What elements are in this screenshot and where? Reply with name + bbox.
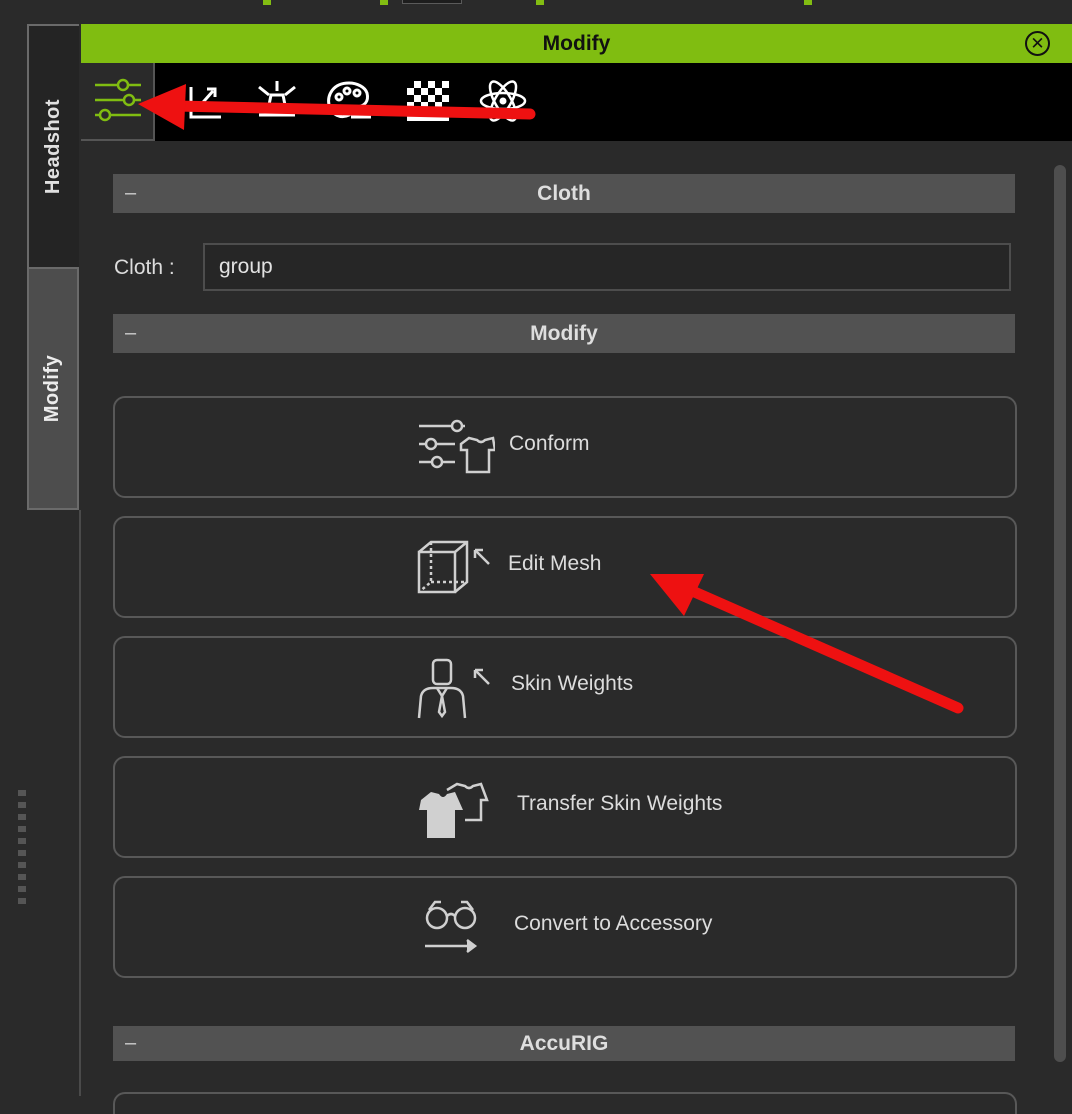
- sliders-icon: [95, 78, 141, 122]
- collapse-icon[interactable]: –: [125, 322, 136, 345]
- tab-headshot-label: Headshot: [42, 98, 65, 195]
- section-modify-header[interactable]: – Modify: [113, 314, 1015, 353]
- resize-grip-handle[interactable]: [18, 790, 26, 905]
- section-cloth-title: Cloth: [537, 181, 591, 205]
- skin-weights-icon: [417, 658, 490, 719]
- atom-physics-icon[interactable]: [475, 77, 531, 125]
- palette-icon[interactable]: [321, 77, 377, 125]
- skin-weights-button[interactable]: Skin Weights: [113, 636, 1017, 738]
- conform-icon: [419, 419, 495, 474]
- transfer-skin-weights-icon: [419, 782, 489, 838]
- skin-weights-label: Skin Weights: [511, 672, 634, 695]
- edit-mesh-icon: [417, 540, 490, 594]
- morph-icon[interactable]: [177, 77, 233, 125]
- cloth-row: Cloth : group: [113, 242, 1015, 294]
- top-marker: [804, 0, 812, 5]
- conform-label: Conform: [509, 432, 590, 455]
- section-modify-title: Modify: [530, 321, 598, 345]
- panel-toolbar: [81, 63, 1072, 141]
- vertical-scrollbar[interactable]: [1054, 165, 1066, 1062]
- cloth-name-field[interactable]: group: [203, 243, 1011, 291]
- edit-mesh-label: Edit Mesh: [508, 552, 602, 575]
- conform-button[interactable]: Conform: [113, 396, 1017, 498]
- convert-to-accessory-button[interactable]: Convert to Accessory: [113, 876, 1017, 978]
- cloth-field-label: Cloth :: [114, 256, 175, 279]
- section-accurig-title: AccuRIG: [519, 1031, 609, 1055]
- section-accurig-header[interactable]: – AccuRIG: [113, 1026, 1015, 1061]
- modify-panel: Modify ✕ – Cloth Cloth: group – Modify …: [81, 24, 1072, 1114]
- collapse-icon[interactable]: –: [125, 182, 136, 205]
- edit-mesh-button[interactable]: Edit Mesh: [113, 516, 1017, 618]
- section-cloth-header[interactable]: – Cloth: [113, 174, 1015, 213]
- close-icon[interactable]: ✕: [1025, 31, 1050, 56]
- panel-title: Modify: [542, 31, 611, 55]
- transfer-skin-weights-button[interactable]: Transfer Skin Weights: [113, 756, 1017, 858]
- top-strip: [0, 0, 1072, 6]
- collapse-icon[interactable]: –: [125, 1032, 136, 1055]
- tab-modify[interactable]: Modify: [27, 267, 79, 510]
- top-tab-stub[interactable]: [402, 0, 462, 4]
- checker-texture-icon[interactable]: [401, 77, 457, 125]
- transform-icon[interactable]: [249, 77, 305, 125]
- tool-sliders-button[interactable]: [81, 63, 155, 141]
- transfer-skin-weights-label: Transfer Skin Weights: [517, 792, 723, 815]
- tab-modify-label: Modify: [41, 354, 64, 423]
- accurig-button-partial[interactable]: [113, 1092, 1017, 1114]
- top-marker: [380, 0, 388, 5]
- convert-accessory-icon: [425, 900, 478, 953]
- top-marker: [263, 0, 271, 5]
- panel-title-bar: Modify ✕: [81, 24, 1072, 63]
- top-marker: [536, 0, 544, 5]
- tab-headshot[interactable]: Headshot: [27, 24, 79, 267]
- convert-to-accessory-label: Convert to Accessory: [514, 912, 713, 935]
